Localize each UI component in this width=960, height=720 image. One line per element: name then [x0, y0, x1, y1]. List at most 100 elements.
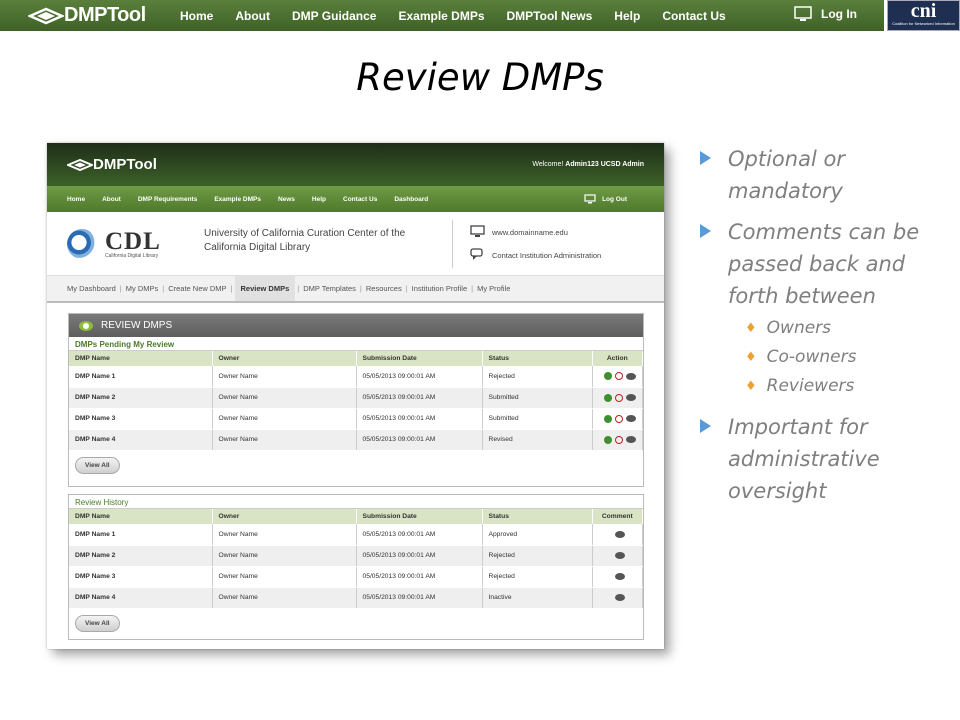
tab-my-profile[interactable]: My Profile — [477, 284, 510, 293]
tab-my-dashboard[interactable]: My Dashboard — [67, 284, 116, 293]
comment-icon[interactable] — [615, 594, 626, 601]
s-nav-dashboard[interactable]: Dashboard — [394, 196, 428, 203]
panel-header: REVIEW DMPS — [69, 314, 643, 337]
diamond-bullet-icon: ♦ — [745, 321, 757, 336]
dashboard-tabs: My Dashboard | My DMPs | Create New DMP | R… — [47, 276, 664, 303]
reject-icon[interactable] — [615, 435, 624, 444]
diamond-bullet-icon: ♦ — [745, 350, 757, 365]
view-all-button[interactable]: View All — [75, 614, 120, 632]
dmp-name[interactable]: DMP Name 2 — [69, 545, 213, 567]
dmp-name[interactable]: DMP Name 1 — [69, 366, 213, 388]
table-header-row: DMP Name Owner Submission Date Status Co… — [69, 509, 643, 524]
comment-icon[interactable] — [615, 552, 626, 559]
comment-icon[interactable] — [615, 530, 626, 538]
owner-cell: Owner Name — [212, 366, 357, 388]
monitor-icon — [794, 6, 812, 21]
col-dmp-name: DMP Name — [69, 509, 213, 524]
diamond-bullet-icon: ♦ — [745, 379, 757, 394]
comment-icon[interactable] — [626, 415, 637, 422]
dmp-name[interactable]: DMP Name 4 — [69, 587, 213, 609]
s-nav-news[interactable]: News — [278, 196, 295, 203]
nav-dmp-guidance[interactable]: DMP Guidance — [292, 9, 376, 23]
comment-icon[interactable] — [626, 436, 637, 443]
dmptool-logo-icon — [28, 7, 64, 24]
nav-help[interactable]: Help — [614, 9, 640, 23]
status-cell: Submitted — [482, 387, 593, 409]
view-all-button[interactable]: View All — [75, 456, 120, 474]
tab-resources[interactable]: Resources — [366, 284, 402, 293]
date-cell: 05/05/2013 09:00:01 AM — [356, 366, 483, 388]
dmp-name[interactable]: DMP Name 1 — [69, 524, 213, 546]
approve-icon[interactable] — [604, 393, 613, 402]
login-link[interactable]: Log In — [794, 6, 857, 22]
col-status: Status — [482, 351, 593, 366]
screenshot-logo[interactable]: DMPTool — [67, 156, 157, 173]
panel-title: REVIEW DMPS — [101, 320, 173, 331]
top-nav: Home About DMP Guidance Example DMPs DMP… — [180, 9, 748, 23]
approve-icon[interactable] — [604, 435, 613, 444]
reject-icon[interactable] — [615, 372, 624, 381]
comment-icon[interactable] — [626, 372, 637, 380]
tab-review-dmps[interactable]: Review DMPs — [234, 276, 296, 301]
table-row[interactable]: DMP Name 4 Owner Name 05/05/2013 09:00:01 … — [69, 429, 643, 451]
table-row[interactable]: DMP Name 3 Owner Name 05/05/2013 09:00:01 … — [69, 408, 643, 430]
dmp-name[interactable]: DMP Name 4 — [69, 429, 213, 451]
date-cell: 05/05/2013 09:00:01 AM — [356, 408, 483, 430]
contact-admin-link[interactable]: Contact Institution Administration — [492, 251, 601, 260]
action-icons — [599, 414, 643, 423]
status-cell: Revised — [482, 429, 593, 451]
table-row[interactable]: DMP Name 4 Owner Name 05/05/2013 09:00:01 … — [69, 587, 643, 609]
col-owner: Owner — [212, 351, 357, 366]
dmp-name[interactable]: DMP Name 2 — [69, 387, 213, 409]
s-nav-home[interactable]: Home — [67, 196, 85, 203]
status-cell: Rejected — [482, 366, 593, 388]
dmp-name[interactable]: DMP Name 3 — [69, 566, 213, 588]
triangle-bullet-icon — [700, 419, 711, 433]
sub-bullet-text: Co-owners — [766, 347, 857, 367]
table-row[interactable]: DMP Name 2 Owner Name 05/05/2013 09:00:01 … — [69, 387, 643, 409]
s-nav-dmp-requirements[interactable]: DMP Requirements — [138, 196, 197, 203]
reject-icon[interactable] — [615, 393, 624, 402]
s-nav-contact-us[interactable]: Contact Us — [343, 196, 377, 203]
s-nav-help[interactable]: Help — [312, 196, 326, 203]
bullet-text: Comments can be passed back and forth be… — [728, 220, 920, 308]
col-dmp-name: DMP Name — [69, 351, 213, 366]
tab-create-new-dmp[interactable]: Create New DMP — [168, 284, 226, 293]
reject-icon[interactable] — [615, 414, 624, 423]
bullet-item: Optional or mandatory — [700, 143, 950, 207]
nav-example-dmps[interactable]: Example DMPs — [398, 9, 484, 23]
sub-bullet-text: Owners — [766, 318, 832, 338]
tab-my-dmps[interactable]: My DMPs — [126, 284, 159, 293]
dmptool-logo-text: DMPTool — [64, 4, 146, 26]
tab-institution-profile[interactable]: Institution Profile — [412, 284, 467, 293]
nav-home[interactable]: Home — [180, 9, 213, 23]
approve-icon[interactable] — [604, 372, 613, 381]
table-row[interactable]: DMP Name 1 Owner Name 05/05/2013 09:00:01 … — [69, 366, 643, 388]
comment-icon[interactable] — [626, 394, 637, 401]
nav-contact-us[interactable]: Contact Us — [662, 9, 725, 23]
approve-icon[interactable] — [604, 414, 613, 423]
comment-icon[interactable] — [615, 573, 626, 580]
bullet-text: Optional or mandatory — [728, 147, 845, 203]
bullet-item: Important for administrative oversight — [700, 411, 950, 507]
table-row[interactable]: DMP Name 3 Owner Name 05/05/2013 09:00:01 … — [69, 566, 643, 588]
s-nav-example-dmps[interactable]: Example DMPs — [214, 196, 261, 203]
owner-cell: Owner Name — [212, 524, 357, 546]
tab-dmp-templates[interactable]: DMP Templates — [303, 284, 356, 293]
date-cell: 05/05/2013 09:00:01 AM — [356, 545, 483, 567]
status-cell: Rejected — [482, 545, 593, 567]
dmp-name[interactable]: DMP Name 3 — [69, 408, 213, 430]
sub-bullet-item: ♦ Co-owners — [745, 343, 950, 372]
nav-about[interactable]: About — [235, 9, 270, 23]
institution-name: University of California Curation Center… — [204, 228, 406, 253]
s-nav-about[interactable]: About — [102, 196, 121, 203]
nav-dmptool-news[interactable]: DMPTool News — [507, 9, 593, 23]
table-row[interactable]: DMP Name 2 Owner Name 05/05/2013 09:00:01 … — [69, 545, 643, 567]
institution-url[interactable]: www.domainname.edu — [492, 228, 568, 237]
logout-link[interactable]: Log Out — [584, 194, 644, 204]
dmptool-logo[interactable]: DMPTool — [28, 4, 178, 27]
owner-cell: Owner Name — [212, 429, 357, 451]
date-cell: 05/05/2013 09:00:01 AM — [356, 387, 483, 409]
review-dmps-panel: REVIEW DMPS DMPs Pending My Review DMP N… — [68, 313, 644, 487]
table-row[interactable]: DMP Name 1 Owner Name 05/05/2013 09:00:01 … — [69, 524, 643, 546]
